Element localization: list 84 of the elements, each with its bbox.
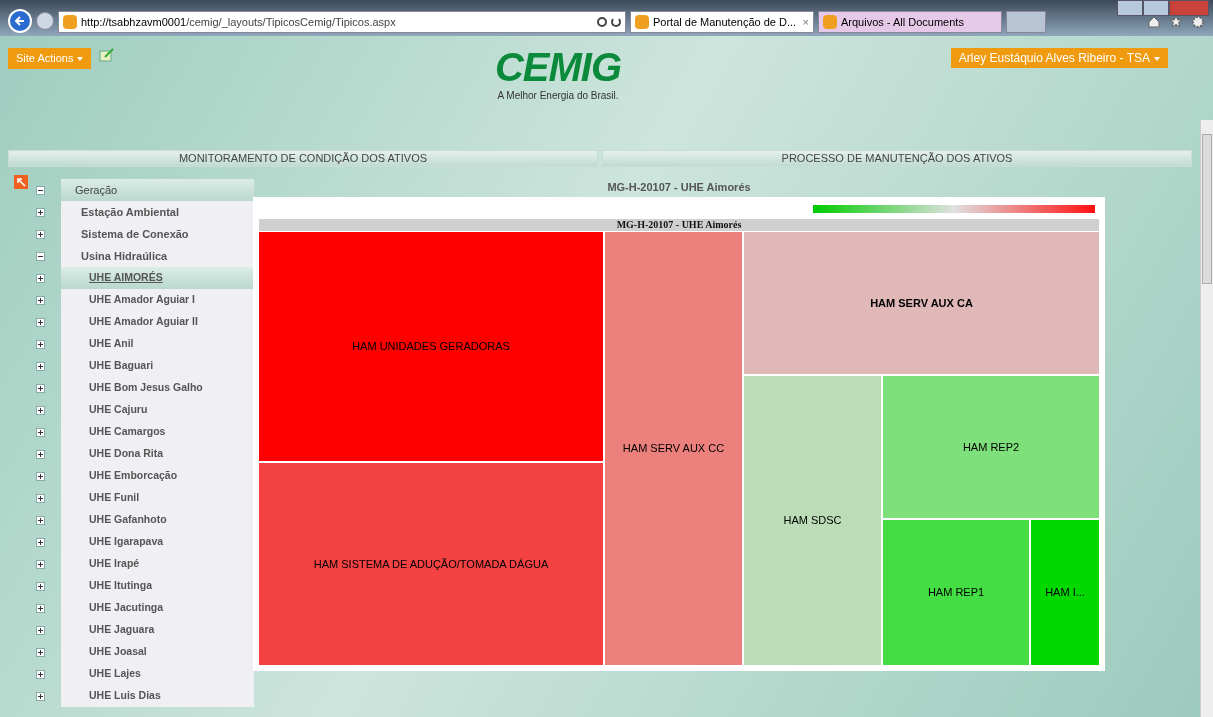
tree-item[interactable]: UHE Itutinga <box>61 575 254 597</box>
expand-icon[interactable] <box>36 383 45 393</box>
tree-item[interactable]: Geração <box>61 179 254 201</box>
browser-tab[interactable]: Arquivos - All Documents <box>818 11 1002 33</box>
expand-icon[interactable] <box>36 603 45 613</box>
treemap-cell[interactable]: HAM SERV AUX CA <box>744 232 1099 374</box>
logo: CEMIG <box>494 46 622 88</box>
tree-item[interactable]: UHE Jaguara <box>61 619 254 641</box>
settings-icon[interactable] <box>1191 15 1205 29</box>
back-arrow-icon <box>14 15 26 27</box>
edit-page-icon[interactable] <box>99 48 116 62</box>
treemap-cell[interactable]: HAM UNIDADES GERADORAS <box>259 232 603 461</box>
expand-icon[interactable] <box>36 625 45 635</box>
treemap-cell[interactable]: HAM SDSC <box>744 376 881 665</box>
caret-icon <box>1154 56 1160 61</box>
treemap-title: MG-H-20107 - UHE Aimorés <box>259 219 1099 231</box>
tree-item[interactable]: UHE Anil <box>61 333 254 355</box>
arrow-icon[interactable] <box>14 175 28 189</box>
tree-item[interactable]: UHE Cajuru <box>61 399 254 421</box>
site-icon <box>63 15 77 29</box>
collapse-icon[interactable] <box>36 251 45 261</box>
tree-item[interactable]: UHE AIMORÉS <box>61 267 254 289</box>
treemap-cell[interactable]: HAM REP1 <box>883 520 1029 665</box>
page-heading: MG-H-20107 - UHE Aimorés <box>607 180 751 195</box>
search-icon[interactable] <box>597 17 607 27</box>
expand-icon[interactable] <box>36 581 45 591</box>
tree-item[interactable]: UHE Camargos <box>61 421 254 443</box>
tree-item[interactable]: UHE Jacutinga <box>61 597 254 619</box>
treemap-cell[interactable]: HAM SISTEMA DE ADUÇÃO/TOMADA DÁGUA <box>259 463 603 665</box>
tree-item[interactable]: UHE Amador Aguiar II <box>61 311 254 333</box>
nav-tab[interactable]: PROCESSO DE MANUTENÇÃO DOS ATIVOS <box>602 150 1192 167</box>
expand-icon[interactable] <box>36 471 45 481</box>
tree-item[interactable]: UHE Lajes <box>61 663 254 685</box>
back-button[interactable] <box>8 9 32 33</box>
star-icon[interactable] <box>1169 15 1183 29</box>
site-icon <box>635 15 649 29</box>
tree-item[interactable]: UHE Emborcação <box>61 465 254 487</box>
tree-item[interactable]: UHE Amador Aguiar I <box>61 289 254 311</box>
nav-tab[interactable]: MONITORAMENTO DE CONDIÇÃO DOS ATIVOS <box>8 150 598 167</box>
tree-item[interactable]: UHE Igarapava <box>61 531 254 553</box>
expand-icon[interactable] <box>36 207 45 217</box>
expand-icon[interactable] <box>36 493 45 503</box>
tree-item[interactable]: UHE Funil <box>61 487 254 509</box>
tree-item[interactable]: UHE Bom Jesus Galho <box>61 377 254 399</box>
tree-item[interactable]: UHE Luis Dias <box>61 685 254 707</box>
close-tab-button[interactable]: × <box>802 13 809 31</box>
address-bar[interactable]: http://tsabhzavm0001/cemig/_layouts/TipicosCemig/Tipicos.aspx <box>58 11 626 33</box>
treemap-cell[interactable]: HAM SERV AUX CC <box>605 232 742 665</box>
expand-icon[interactable] <box>36 295 45 305</box>
expand-icon[interactable] <box>36 361 45 371</box>
site-icon <box>823 15 837 29</box>
tree-item[interactable]: UHE Dona Rita <box>61 443 254 465</box>
minimize-button[interactable] <box>1117 0 1143 16</box>
restore-button[interactable] <box>1143 0 1169 16</box>
forward-button[interactable] <box>36 12 54 30</box>
tree-item[interactable]: UHE Baguari <box>61 355 254 377</box>
treemap-cell[interactable]: HAM I... <box>1031 520 1099 665</box>
tagline: A Melhor Energia do Brasil. <box>497 89 619 103</box>
expand-icon[interactable] <box>36 317 45 327</box>
expand-icon[interactable] <box>36 647 45 657</box>
caret-icon <box>77 57 84 62</box>
expand-icon[interactable] <box>36 691 45 701</box>
expand-icon[interactable] <box>36 515 45 525</box>
refresh-icon[interactable] <box>611 17 621 27</box>
tree-item[interactable]: UHE Joasal <box>61 641 254 663</box>
scrollbar[interactable] <box>1200 120 1213 717</box>
expand-icon[interactable] <box>36 427 45 437</box>
treemap-cell[interactable]: HAM REP2 <box>883 376 1099 518</box>
expand-icon[interactable] <box>36 669 45 679</box>
expand-icon[interactable] <box>36 449 45 459</box>
tree-item[interactable]: UHE Gafanhoto <box>61 509 254 531</box>
tree-item[interactable]: Estação Ambiental <box>61 201 254 223</box>
tree-item[interactable]: Usina Hidraúlica <box>61 245 254 267</box>
expand-icon[interactable] <box>36 339 45 349</box>
expand-icon[interactable] <box>36 405 45 415</box>
expand-icon[interactable] <box>36 229 45 239</box>
expand-icon[interactable] <box>36 273 45 283</box>
expand-icon[interactable] <box>36 559 45 569</box>
url-text: http://tsabhzavm0001/cemig/_layouts/TipicosCemig/Tipicos.aspx <box>81 14 396 30</box>
browser-tab[interactable]: Portal de Manutenção de D... × <box>630 11 814 33</box>
tree-item[interactable]: UHE Irapé <box>61 553 254 575</box>
collapse-icon[interactable] <box>36 185 45 195</box>
expand-icon[interactable] <box>36 537 45 547</box>
tree-item[interactable]: Sistema de Conexão <box>61 223 254 245</box>
